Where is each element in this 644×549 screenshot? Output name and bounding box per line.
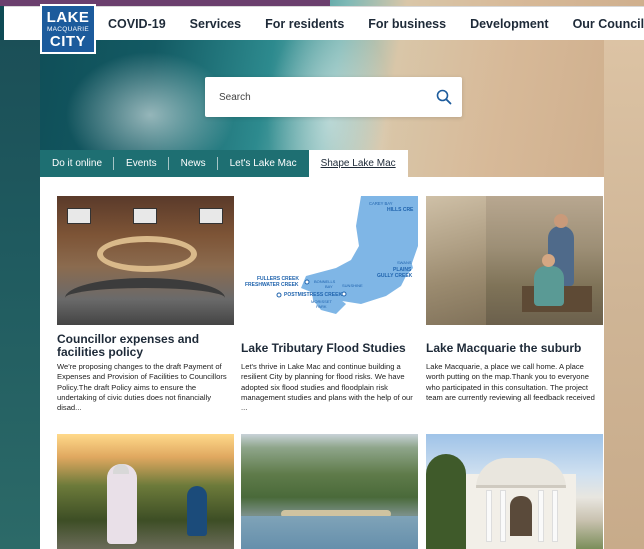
- card-description: We're proposing changes to the draft Pay…: [57, 362, 227, 413]
- card-cyclists[interactable]: [57, 434, 234, 549]
- card-aerial-lake[interactable]: [241, 434, 418, 549]
- card-title: Councillor expenses and facilities polic…: [57, 332, 200, 359]
- nav-item-development[interactable]: Development: [470, 17, 549, 31]
- tributary-map-image: CAREY BAY HILLS CRE FULLERS CREEK FRESHW…: [241, 196, 418, 325]
- card-title: Lake Tributary Flood Studies: [241, 341, 406, 355]
- map-marker: [341, 291, 347, 297]
- card-lake-tributary-flood-studies[interactable]: CAREY BAY HILLS CRE FULLERS CREEK FRESHW…: [241, 196, 418, 436]
- card-lake-macquarie-the-suburb[interactable]: Lake Macquarie the suburb Lake Macquarie…: [426, 196, 603, 436]
- map-label-hills-creek: HILLS CRE: [387, 207, 414, 213]
- tab-shape-lake-mac[interactable]: Shape Lake Mac: [308, 150, 408, 177]
- card-white-house[interactable]: [426, 434, 603, 549]
- map-label-bay: BAY: [325, 284, 333, 289]
- map-label-carey-bay: CAREY BAY: [369, 201, 393, 206]
- couple-on-porch-image: [426, 196, 603, 325]
- map-label-freshwater-creek: FRESHWATER CREEK: [245, 282, 299, 288]
- map-marker: [304, 279, 310, 285]
- hero-right-strip: [604, 40, 644, 549]
- tab-news[interactable]: News: [168, 150, 218, 177]
- nav-item-residents[interactable]: For residents: [265, 17, 344, 31]
- map-label-gully-creek: GULLY CREEK: [377, 273, 413, 279]
- nav-item-services[interactable]: Services: [190, 17, 241, 31]
- search-input[interactable]: [219, 77, 419, 117]
- logo-line-lake: LAKE: [46, 8, 90, 26]
- tab-lets-lake-mac[interactable]: Let's Lake Mac: [217, 150, 309, 177]
- map-graphic: CAREY BAY HILLS CRE FULLERS CREEK FRESHW…: [245, 196, 418, 314]
- card-description: Let's thrive in Lake Mac and continue bu…: [241, 362, 413, 413]
- tab-events[interactable]: Events: [114, 150, 169, 177]
- hero-left-strip: [0, 40, 40, 549]
- council-chamber-image: [57, 196, 234, 325]
- nav-item-business[interactable]: For business: [368, 17, 446, 31]
- card-description: Lake Macquarie, a place we call home. A …: [426, 362, 595, 402]
- tab-panel-shape-lake-mac: Councillor expenses and facilities polic…: [40, 177, 604, 549]
- white-house-image: [426, 434, 603, 549]
- aerial-lake-image: [241, 434, 418, 549]
- map-label-park: PARK: [316, 304, 327, 309]
- card-councillor-expenses[interactable]: Councillor expenses and facilities polic…: [57, 196, 234, 436]
- nav-item-covid[interactable]: COVID-19: [108, 17, 166, 31]
- tab-do-it-online[interactable]: Do it online: [40, 150, 115, 177]
- cyclists-image: [57, 434, 234, 549]
- map-label-postmistress-creek: POSTMISTRESS CREEK: [284, 292, 342, 298]
- card-title: Lake Macquarie the suburb: [426, 341, 582, 355]
- map-label-sunshine: SUNSHINE: [342, 283, 363, 288]
- search-icon[interactable]: [436, 89, 452, 105]
- nav-item-our-council[interactable]: Our Council: [573, 17, 644, 31]
- site-logo[interactable]: LAKE MACQUARIE CITY: [40, 4, 96, 54]
- site-header: COVID-19 Services For residents For busi…: [4, 6, 644, 40]
- map-label-swans: SWANS: [397, 260, 412, 265]
- content-tabs: Do it online Events News Let's Lake Mac …: [40, 150, 408, 177]
- main-nav: COVID-19 Services For residents For busi…: [108, 7, 644, 41]
- logo-line-city: CITY: [49, 32, 87, 50]
- map-marker: [276, 292, 282, 298]
- search-box: [205, 77, 462, 117]
